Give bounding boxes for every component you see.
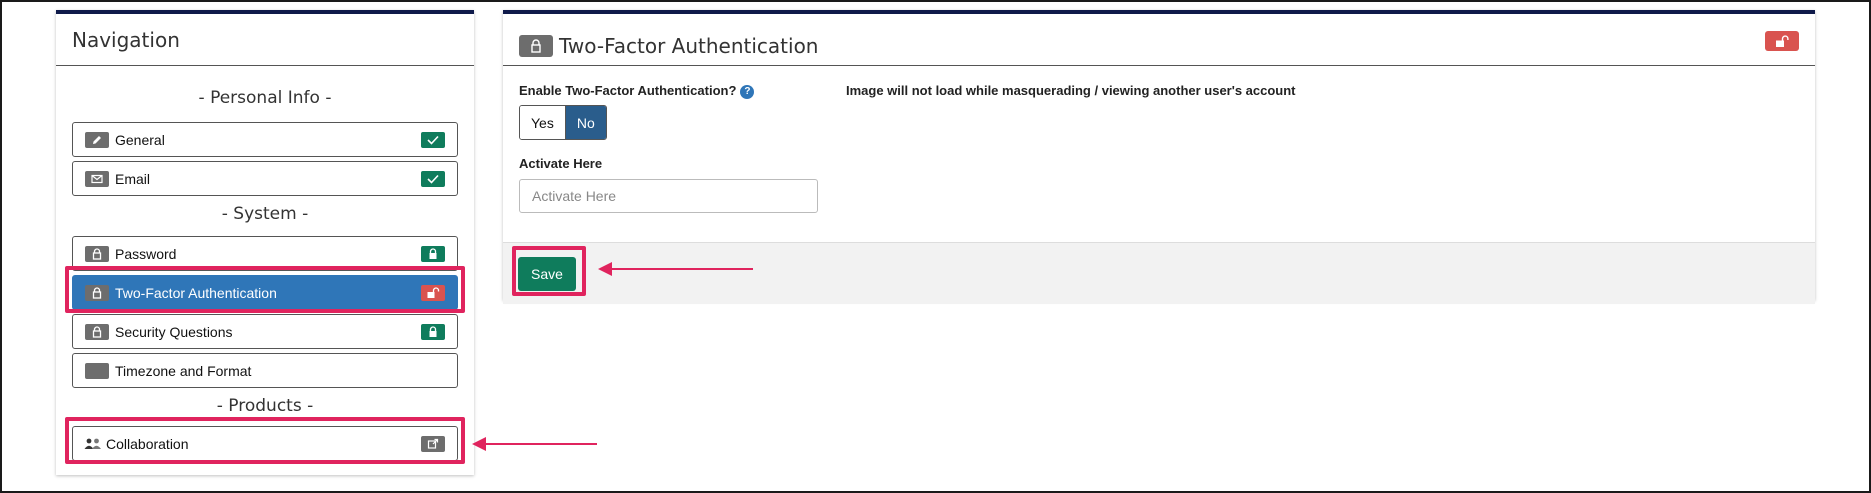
navigation-panel: Navigation - Personal Info - General Ema… (56, 10, 474, 475)
page-title: Two-Factor Authentication (559, 33, 819, 58)
nav-item-label: Security Questions (115, 323, 233, 340)
nav-item-collaboration[interactable]: Collaboration (72, 426, 458, 461)
unlock-icon (421, 284, 445, 301)
nav-item-label: Email (115, 170, 151, 187)
panel-footer: Save (503, 242, 1815, 304)
image-notice: Image will not load while masquerading /… (846, 83, 1296, 98)
nav-item-label: Collaboration (106, 435, 189, 452)
nav-item-two-factor-authentication[interactable]: Two-Factor Authentication (72, 275, 458, 310)
navigation-title: Navigation (56, 14, 474, 66)
unlock-icon (1765, 31, 1799, 51)
lock-icon (421, 323, 445, 340)
help-icon[interactable]: ? (740, 84, 755, 99)
lock-icon (85, 245, 109, 262)
section-system: - System - (221, 204, 309, 224)
check-icon (421, 131, 445, 148)
toggle-no-button[interactable]: No (565, 106, 606, 139)
nav-item-timezone-and-format[interactable]: Timezone and Format (72, 353, 458, 388)
annotation-arrow-head (472, 437, 486, 451)
section-personal-info: - Personal Info - (198, 88, 332, 108)
lock-icon (421, 245, 445, 262)
nav-item-email[interactable]: Email (72, 161, 458, 196)
annotation-arrow-line (486, 443, 597, 445)
activate-here-input[interactable] (519, 179, 818, 213)
enable-two-factor-label-text: Enable Two-Factor Authentication? (519, 83, 737, 98)
activate-here-label: Activate Here (519, 156, 603, 171)
annotation-arrow-line (612, 268, 753, 270)
pencil-icon (85, 131, 109, 148)
toggle-yes-button[interactable]: Yes (520, 106, 566, 139)
nav-item-security-questions[interactable]: Security Questions (72, 314, 458, 349)
nav-item-label: Two-Factor Authentication (115, 284, 277, 301)
envelope-icon (85, 170, 109, 187)
lock-icon (85, 284, 109, 301)
two-factor-panel: Two-Factor Authentication Enable Two-Fac… (503, 10, 1815, 304)
nav-item-label: Password (115, 245, 177, 262)
save-button[interactable]: Save (518, 257, 576, 291)
people-icon (83, 437, 103, 451)
two-factor-toggle: Yes No (519, 105, 607, 140)
enable-two-factor-label: Enable Two-Factor Authentication?? (519, 83, 755, 99)
lock-icon (85, 323, 109, 340)
blank-icon (85, 362, 109, 379)
nav-item-password[interactable]: Password (72, 236, 458, 271)
lock-icon (519, 34, 553, 57)
nav-item-label: Timezone and Format (115, 362, 252, 379)
panel-header: Two-Factor Authentication (503, 14, 1815, 66)
nav-item-general[interactable]: General (72, 122, 458, 157)
external-link-icon (421, 435, 445, 452)
annotation-arrow-head (598, 262, 612, 276)
section-products: - Products - (216, 396, 314, 416)
check-icon (421, 170, 445, 187)
nav-item-label: General (115, 131, 165, 148)
